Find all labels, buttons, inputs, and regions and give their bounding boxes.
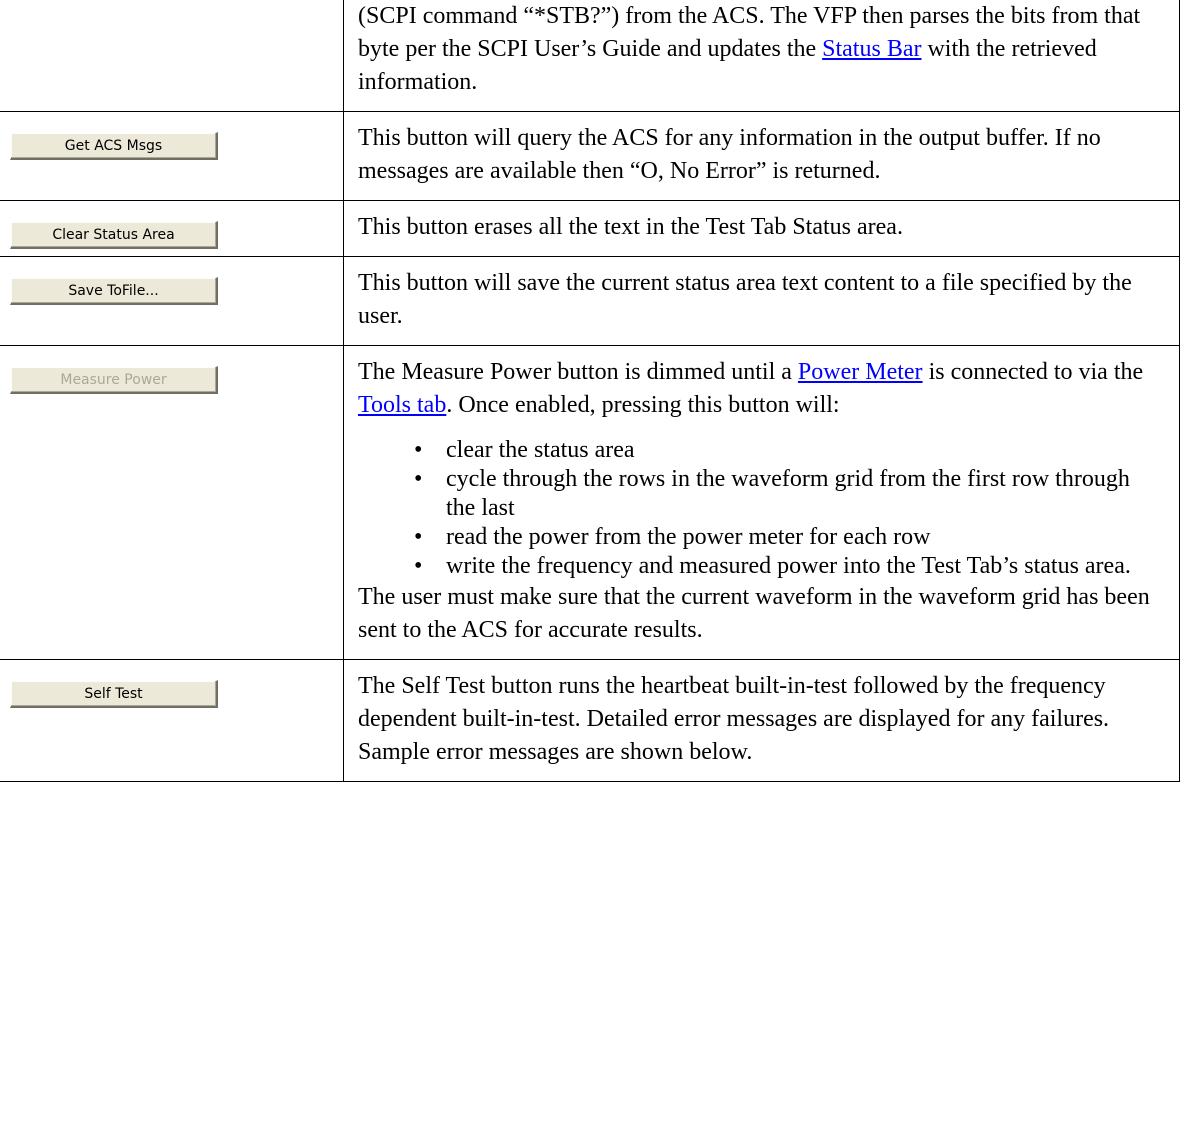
button-cell: Save ToFile... — [0, 256, 344, 346]
description-cell: This button will save the current status… — [343, 256, 1180, 346]
list-item: read the power from the power meter for … — [414, 523, 1165, 552]
description-cell: (SCPI command “*STB?”) from the ACS. The… — [343, 0, 1180, 112]
paragraph: (SCPI command “*STB?”) from the ACS. The… — [358, 3, 1141, 95]
list-item: clear the status area — [414, 436, 1165, 465]
status-bar-link[interactable]: Status Bar — [822, 36, 921, 62]
button-cell: Get ACS Msgs — [0, 111, 344, 201]
table-row: Measure Power The Measure Power button i… — [0, 345, 1180, 660]
measure-power-button[interactable]: Measure Power — [10, 366, 218, 394]
accuracy-note: The user must make sure that the current… — [358, 584, 1150, 643]
clear-status-area-description: This button erases all the text in the T… — [358, 214, 903, 240]
list-item: cycle through the rows in the waveform g… — [414, 465, 1165, 523]
get-acs-msgs-description: This button will query the ACS for any i… — [358, 125, 1101, 184]
description-cell: This button will query the ACS for any i… — [343, 111, 1180, 201]
get-acs-msgs-button[interactable]: Get ACS Msgs — [10, 132, 218, 160]
table-row: Clear Status Area This button erases all… — [0, 200, 1180, 257]
save-to-file-button[interactable]: Save ToFile... — [10, 277, 218, 305]
description-cell: The Measure Power button is dimmed until… — [343, 345, 1180, 660]
clear-status-area-button[interactable]: Clear Status Area — [10, 221, 218, 249]
tools-tab-link[interactable]: Tools tab — [358, 392, 446, 418]
table-row: Get ACS Msgs This button will query the … — [0, 111, 1180, 201]
self-test-description: The Self Test button runs the heartbeat … — [358, 673, 1110, 765]
self-test-button[interactable]: Self Test — [10, 680, 218, 708]
status-byte-description: (SCPI command “*STB?”) from the ACS. The… — [344, 0, 1179, 111]
table-row: (SCPI command “*STB?”) from the ACS. The… — [0, 0, 1180, 112]
table-row: Self Test The Self Test button runs the … — [0, 659, 1180, 782]
steps-list: clear the status area cycle through the … — [358, 436, 1165, 581]
button-cell-empty — [0, 0, 344, 112]
list-item: write the frequency and measured power i… — [414, 552, 1165, 581]
button-cell: Clear Status Area — [0, 200, 344, 257]
paragraph: The Measure Power button is dimmed until… — [358, 359, 1144, 418]
save-to-file-description: This button will save the current status… — [358, 270, 1132, 329]
table-row: Save ToFile... This button will save the… — [0, 256, 1180, 346]
measure-power-description: The Measure Power button is dimmed until… — [344, 346, 1179, 659]
description-cell: The Self Test button runs the heartbeat … — [343, 659, 1180, 782]
button-cell: Self Test — [0, 659, 344, 782]
reference-table: (SCPI command “*STB?”) from the ACS. The… — [0, 0, 1180, 782]
power-meter-link[interactable]: Power Meter — [798, 359, 923, 385]
description-cell: This button erases all the text in the T… — [343, 200, 1180, 257]
button-cell: Measure Power — [0, 345, 344, 660]
